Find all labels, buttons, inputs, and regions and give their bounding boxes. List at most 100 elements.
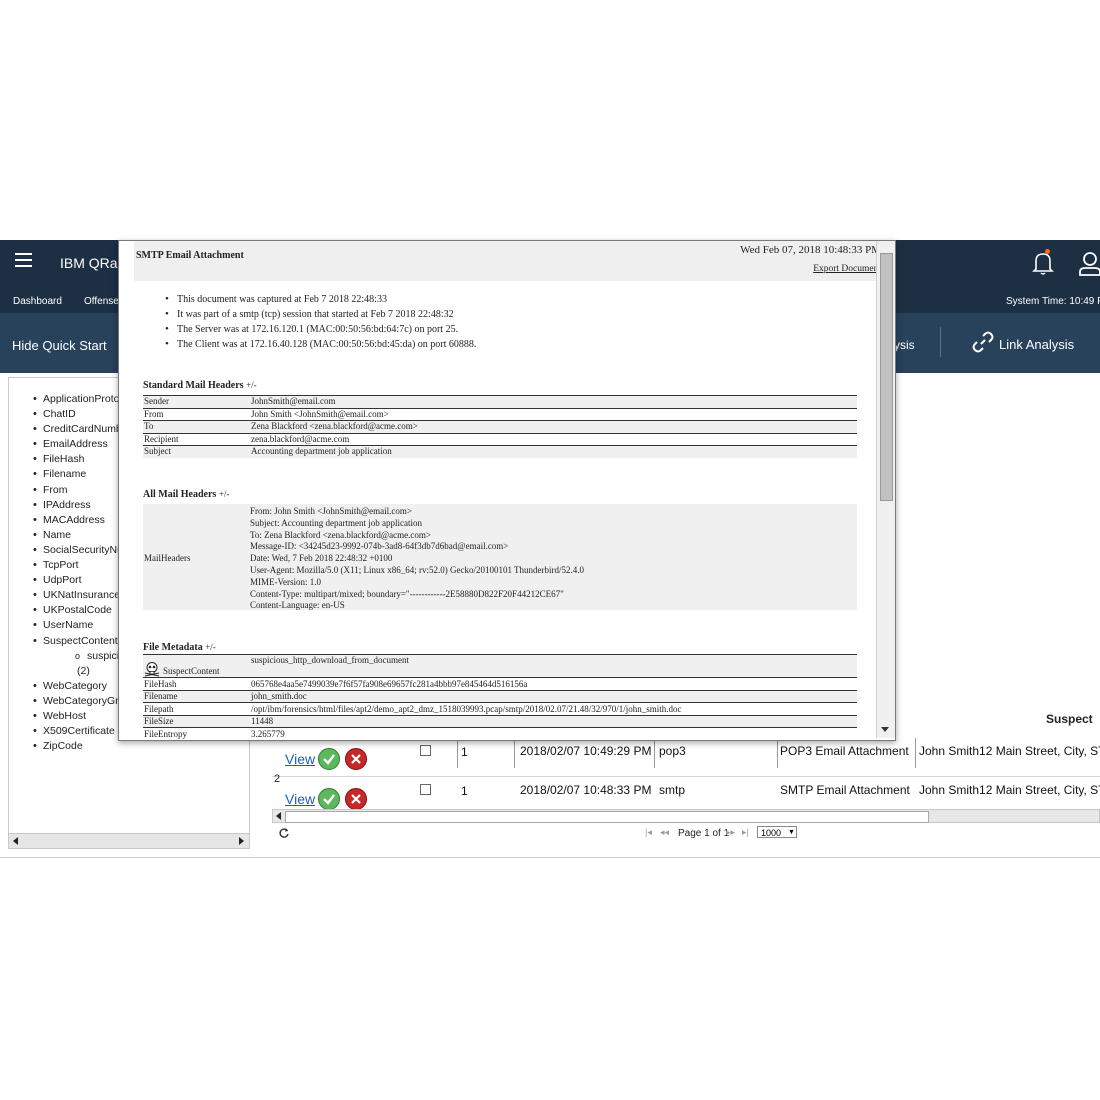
cell-protocol: smtp: [659, 783, 686, 797]
metadata-key: Filepath: [143, 702, 250, 715]
row-checkbox[interactable]: [420, 784, 431, 795]
scrollbar-thumb[interactable]: [880, 253, 893, 501]
header-value: John Smith <JohnSmith@email.com>: [250, 407, 857, 421]
tab-dashboard[interactable]: Dashboard: [13, 296, 62, 307]
tree-horizontal-scrollbar[interactable]: [9, 833, 249, 848]
tree-item[interactable]: ZipCode: [9, 739, 147, 754]
reject-icon[interactable]: [345, 748, 367, 770]
grid-horizontal-scrollbar[interactable]: [272, 809, 1100, 823]
summary-item: This document was captured at Feb 7 2018…: [157, 292, 476, 307]
link-icon: [972, 331, 994, 353]
analysis-tab-partial[interactable]: ysis: [894, 338, 915, 352]
mail-headers-block: MailHeaders From: John Smith <JohnSmith@…: [143, 504, 857, 610]
notification-bell-icon[interactable]: [1031, 250, 1055, 276]
header-value: JohnSmith@email.com: [250, 395, 857, 408]
mail-header-line: Message-ID: <34245d23-9992-074b-3ad8-64f…: [250, 541, 509, 552]
notification-dot: [1045, 249, 1050, 254]
accept-icon[interactable]: [318, 748, 340, 770]
prev-page-icon[interactable]: ◂◂: [660, 827, 669, 838]
user-icon[interactable]: [1078, 250, 1100, 276]
summary-item: The Client was at 172.16.40.128 (MAC:00:…: [157, 337, 476, 352]
document-title: SMTP Email Attachment: [136, 250, 244, 261]
next-page-icon[interactable]: ▸▸: [726, 827, 735, 838]
view-link[interactable]: View: [285, 791, 315, 807]
header-value: zena.blackford@acme.com: [250, 432, 857, 446]
page-indicator: Page 1 of 1: [678, 828, 730, 839]
section-file-metadata[interactable]: File Metadata +/-: [143, 642, 216, 653]
metadata-key: FileHash: [143, 677, 250, 690]
row-checkbox[interactable]: [420, 745, 431, 756]
system-time: System Time: 10:49 PM: [1006, 296, 1100, 307]
modal-vertical-scrollbar[interactable]: [876, 241, 895, 738]
header-value: Accounting department job application: [250, 445, 857, 458]
cell-type: SMTP Email Attachment: [780, 783, 910, 797]
toggle-link[interactable]: +/-: [246, 380, 257, 390]
table-row: Filepath/opt/ibm/forensics/html/files/ap…: [143, 702, 857, 715]
metadata-value: 11448: [250, 714, 857, 728]
view-link[interactable]: View: [285, 751, 315, 767]
file-metadata-table: SuspectContent suspicious_http_download_…: [143, 654, 857, 740]
header-key: To: [143, 420, 250, 433]
cell-content: John Smith12 Main Street, City, ST ...: [919, 744, 1100, 758]
scrollbar-thumb[interactable]: [285, 811, 929, 823]
metadata-key: FileSize: [143, 714, 250, 728]
toolbar-divider: [940, 327, 941, 357]
reject-icon[interactable]: [345, 788, 367, 810]
section-title: All Mail Headers: [143, 489, 217, 500]
page-size-select[interactable]: 1000 ▼: [757, 826, 797, 838]
divider: [0, 857, 1100, 858]
scroll-left-icon[interactable]: [13, 837, 18, 845]
mail-header-line: To: Zena Blackford <zena.blackford@acme.…: [250, 529, 431, 540]
metadata-value: 065768e4aa5e7499039e7f6f57fa908e69657fc2…: [250, 677, 857, 690]
column-header-suspect[interactable]: Suspect: [1046, 712, 1093, 726]
table-row: From John Smith <JohnSmith@email.com>: [143, 407, 857, 421]
document-header: SMTP Email Attachment Wed Feb 07, 2018 1…: [134, 241, 881, 281]
table-row: FileEntropy 3.265779: [143, 727, 857, 740]
row-number: 2: [274, 773, 281, 785]
mail-header-line: User-Agent: Mozilla/5.0 (X11; Linux x86_…: [250, 564, 585, 575]
document-date: Wed Feb 07, 2018 10:48:33 PM: [740, 244, 881, 256]
section-all-headers[interactable]: All Mail Headers +/-: [143, 489, 229, 500]
skull-icon: [144, 662, 160, 677]
scroll-down-icon[interactable]: [881, 727, 889, 732]
hide-quick-start-button[interactable]: Hide Quick Start: [12, 338, 107, 353]
refresh-icon[interactable]: [278, 827, 290, 839]
scroll-right-icon[interactable]: [239, 837, 244, 845]
metadata-key-label: SuspectContent: [163, 666, 220, 676]
standard-headers-table: Sender JohnSmith@email.com From John Smith…: [143, 395, 857, 458]
toggle-link[interactable]: +/-: [219, 489, 230, 499]
summary-item: The Server was at 172.16.120.1 (MAC:00:5…: [157, 322, 476, 337]
table-row: Subject Accounting department job applica…: [143, 445, 857, 458]
link-analysis-label: Link Analysis: [999, 337, 1075, 352]
header-key: Sender: [143, 395, 250, 408]
table-row: To Zena Blackford <zena.blackford@acme.co…: [143, 420, 857, 433]
metadata-value: suspicious_http_download_from_document: [250, 654, 857, 678]
table-row: FileSize 11448: [143, 714, 857, 728]
cell-time: 2018/02/07 10:49:29 PM: [520, 744, 652, 758]
metadata-value: john_smith.doc: [250, 689, 857, 703]
mail-header-line: From: John Smith <JohnSmith@email.com>: [250, 506, 412, 516]
capture-summary: This document was captured at Feb 7 2018…: [157, 292, 476, 352]
accept-icon[interactable]: [318, 788, 340, 810]
first-page-icon[interactable]: |◂: [645, 827, 652, 838]
page-size-value: 1000: [761, 828, 782, 838]
cell-count: 1: [461, 784, 468, 798]
summary-item: It was part of a smtp (tcp) session that…: [157, 307, 476, 322]
header-key: Subject: [143, 445, 250, 458]
mail-header-line: MIME-Version: 1.0: [250, 576, 321, 587]
cell-content: John Smith12 Main Street, City, ST ...: [919, 783, 1100, 797]
menu-icon[interactable]: [15, 253, 32, 267]
table-row: FileHash 065768e4aa5e7499039e7f6f57fa908e…: [143, 677, 857, 690]
last-page-icon[interactable]: ▸|: [742, 827, 749, 838]
mail-headers-lines: From: John Smith <JohnSmith@email.com> S…: [250, 506, 584, 612]
cell-type: POP3 Email Attachment: [780, 744, 909, 758]
metadata-key: SuspectContent: [143, 654, 250, 678]
scroll-left-icon[interactable]: [276, 812, 281, 820]
export-document-link[interactable]: Export Document: [813, 264, 881, 274]
toggle-link[interactable]: +/-: [205, 642, 216, 652]
mail-header-line: Date: Wed, 7 Feb 2018 22:48:32 +0100: [250, 553, 393, 564]
table-row: SuspectContent suspicious_http_download_…: [143, 654, 857, 678]
table-row[interactable]: 2 View 1 2018/02/07 10:48:33 PM smtp SMT…: [272, 771, 1100, 810]
cell-protocol: pop3: [659, 744, 686, 758]
section-standard-headers[interactable]: Standard Mail Headers +/-: [143, 380, 257, 391]
